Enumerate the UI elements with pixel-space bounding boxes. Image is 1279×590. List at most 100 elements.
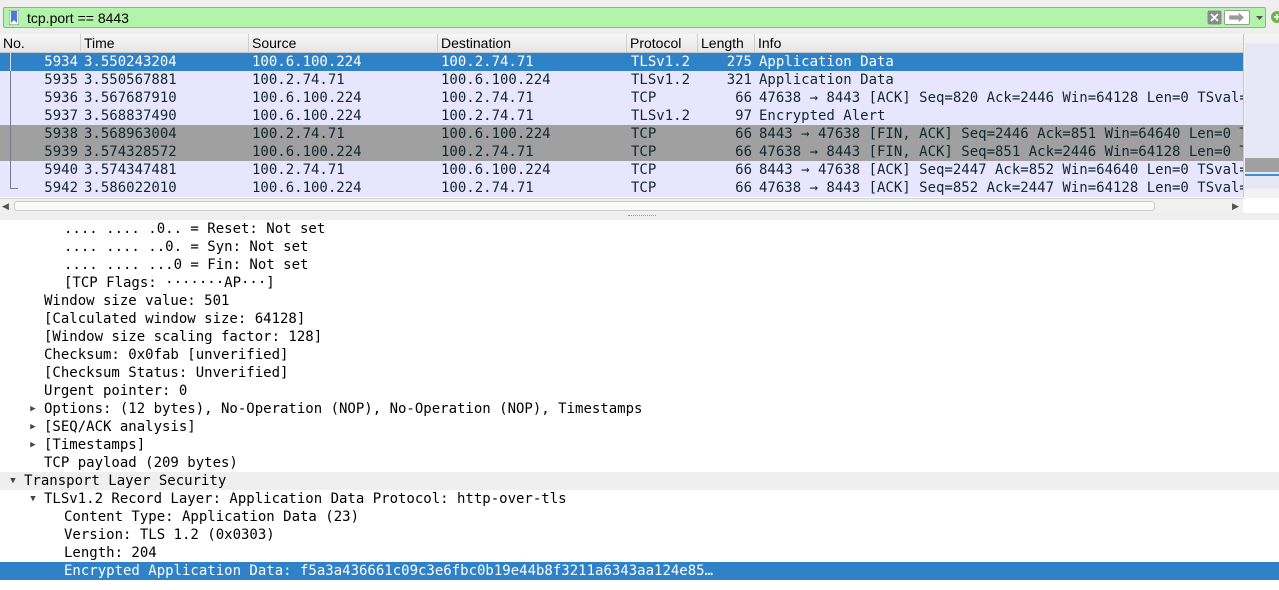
clear-icon[interactable] [1207, 10, 1222, 25]
packet-list-header: No. Time Source Destination Protocol Len… [0, 34, 1243, 53]
packet-minimap[interactable] [1245, 43, 1279, 189]
cell-info: 8443 → 47638 [ACK] Seq=2447 Ack=852 Win=… [759, 162, 1243, 178]
cell-time: 3.568963004 [84, 126, 177, 142]
cell-proto: TLSv1.2 [631, 54, 691, 70]
packet-row[interactable]: 5940 3.574347481 100.2.74.71 100.6.100.224 T… [0, 161, 1243, 179]
column-header-time[interactable]: Time [81, 34, 249, 53]
cell-time: 3.550567881 [84, 72, 177, 88]
cell-dst: 100.2.74.71 [441, 54, 534, 70]
detail-line[interactable]: ▶ [Timestamps] [0, 436, 1279, 454]
collapse-arrow-icon[interactable]: ▶ [28, 418, 38, 436]
packet-row[interactable]: 5936 3.567687910 100.6.100.224 100.2.74.71 T… [0, 89, 1243, 107]
add-filter-icon[interactable] [1270, 9, 1279, 25]
packet-row[interactable]: 5938 3.568963004 100.2.74.71 100.6.100.224 T… [0, 125, 1243, 143]
detail-line[interactable]: [Calculated window size: 64128] [0, 310, 1279, 328]
cell-dst: 100.6.100.224 [441, 126, 551, 142]
detail-line[interactable]: Version: TLS 1.2 (0x0303) [0, 526, 1279, 544]
bookmark-icon[interactable] [9, 10, 19, 25]
packet-row[interactable]: 5937 3.568837490 100.6.100.224 100.2.74.71 T… [0, 107, 1243, 125]
splitter-grip-icon[interactable] [628, 215, 656, 217]
cell-no: 5939 [44, 144, 78, 160]
detail-text: .... .... ...0 = Fin: Not set [64, 257, 309, 273]
detail-line[interactable]: .... .... ..0. = Syn: Not set [0, 238, 1279, 256]
detail-text: TLSv1.2 Record Layer: Application Data P… [44, 491, 567, 507]
detail-line[interactable]: .... .... ...0 = Fin: Not set [0, 256, 1279, 274]
packet-details-tree[interactable]: .... .... .0.. = Reset: Not set .... ....… [0, 220, 1279, 590]
packet-row[interactable]: 5939 3.574328572 100.6.100.224 100.2.74.71 T… [0, 143, 1243, 161]
detail-line[interactable]: Urgent pointer: 0 [0, 382, 1279, 400]
cell-info: 47638 → 8443 [ACK] Seq=852 Ack=2447 Win=… [759, 180, 1243, 196]
cell-src: 100.6.100.224 [252, 180, 362, 196]
detail-text: Version: TLS 1.2 (0x0303) [64, 527, 275, 543]
column-header-protocol[interactable]: Protocol [627, 34, 698, 53]
detail-line[interactable]: ▶ [SEQ/ACK analysis] [0, 418, 1279, 436]
filter-text: tcp.port == 8443 [27, 10, 129, 26]
detail-text: .... .... ..0. = Syn: Not set [64, 239, 309, 255]
collapse-arrow-icon[interactable]: ▶ [28, 436, 38, 454]
cell-src: 100.2.74.71 [252, 162, 345, 178]
cell-proto: TCP [631, 90, 657, 106]
detail-text: [Timestamps] [44, 437, 146, 453]
dropdown-icon[interactable] [1254, 10, 1265, 25]
column-header-info[interactable]: Info [755, 34, 1243, 53]
cell-src: 100.2.74.71 [252, 72, 345, 88]
detail-line[interactable]: .... .... .0.. = Reset: Not set [0, 220, 1279, 238]
cell-no: 5934 [44, 54, 78, 70]
detail-line[interactable]: ▶ Options: (12 bytes), No-Operation (NOP)… [0, 400, 1279, 418]
cell-info: 8443 → 47638 [FIN, ACK] Seq=2446 Ack=851… [759, 126, 1243, 142]
cell-info: Encrypted Alert [759, 108, 886, 124]
cell-time: 3.574328572 [84, 144, 177, 160]
cell-proto: TCP [631, 180, 657, 196]
pane-splitter[interactable] [0, 213, 1279, 220]
minimap-band [1245, 158, 1279, 172]
column-header-source[interactable]: Source [249, 34, 438, 53]
display-filter-input[interactable]: tcp.port == 8443 [3, 7, 1266, 28]
detail-line[interactable]: TCP payload (209 bytes) [0, 454, 1279, 472]
detail-text: Options: (12 bytes), No-Operation (NOP),… [44, 401, 643, 417]
detail-text: Encrypted Application Data: f5a3a436661c… [64, 563, 714, 579]
expand-arrow-icon[interactable]: ▼ [8, 472, 18, 490]
cell-no: 5942 [44, 180, 78, 196]
detail-line[interactable]: Encrypted Application Data: f5a3a436661c… [0, 562, 1279, 580]
packet-list-hscrollbar[interactable]: ◀ ▶ [0, 198, 1243, 213]
detail-line[interactable]: Checksum: 0x0fab [unverified] [0, 346, 1279, 364]
scroll-right-icon[interactable]: ▶ [1232, 201, 1239, 212]
detail-line[interactable]: Content Type: Application Data (23) [0, 508, 1279, 526]
cell-src: 100.6.100.224 [252, 54, 362, 70]
hscroll-thumb[interactable] [14, 201, 1155, 211]
detail-line[interactable]: [Window size scaling factor: 128] [0, 328, 1279, 346]
detail-text: TCP payload (209 bytes) [44, 455, 238, 471]
detail-text: [Calculated window size: 64128] [44, 311, 306, 327]
collapse-arrow-icon[interactable]: ▶ [28, 400, 38, 418]
cell-len: 66 [735, 162, 752, 178]
detail-line[interactable]: Length: 204 [0, 544, 1279, 562]
detail-text: Urgent pointer: 0 [44, 383, 188, 399]
column-header-destination[interactable]: Destination [438, 34, 627, 53]
detail-line[interactable]: [Checksum Status: Unverified] [0, 364, 1279, 382]
cell-proto: TCP [631, 126, 657, 142]
cell-proto: TCP [631, 144, 657, 160]
scroll-left-icon[interactable]: ◀ [2, 201, 9, 212]
cell-src: 100.6.100.224 [252, 90, 362, 106]
cell-time: 3.567687910 [84, 90, 177, 106]
packet-list[interactable]: No. Time Source Destination Protocol Len… [0, 34, 1243, 198]
column-header-no[interactable]: No. [0, 34, 81, 53]
cell-src: 100.2.74.71 [252, 126, 345, 142]
cell-len: 66 [735, 90, 752, 106]
packet-row[interactable]: 5934 3.550243204 100.6.100.224 100.2.74.71 T… [0, 53, 1243, 71]
cell-proto: TLSv1.2 [631, 72, 691, 88]
detail-line[interactable]: ▼ Transport Layer Security [0, 472, 1279, 490]
cell-len: 97 [735, 108, 752, 124]
cell-src: 100.6.100.224 [252, 108, 362, 124]
detail-text: [Window size scaling factor: 128] [44, 329, 323, 345]
cell-len: 66 [735, 126, 752, 142]
column-header-length[interactable]: Length [698, 34, 755, 53]
packet-row[interactable]: 5935 3.550567881 100.2.74.71 100.6.100.224 T… [0, 71, 1243, 89]
packet-row[interactable]: 5942 3.586022010 100.6.100.224 100.2.74.71 T… [0, 179, 1243, 197]
apply-arrow-icon[interactable] [1224, 10, 1250, 25]
detail-line[interactable]: ▼ TLSv1.2 Record Layer: Application Data … [0, 490, 1279, 508]
detail-line[interactable]: [TCP Flags: ·······AP···] [0, 274, 1279, 292]
expand-arrow-icon[interactable]: ▼ [28, 490, 38, 508]
detail-text: Length: 204 [64, 545, 157, 561]
detail-line[interactable]: Window size value: 501 [0, 292, 1279, 310]
